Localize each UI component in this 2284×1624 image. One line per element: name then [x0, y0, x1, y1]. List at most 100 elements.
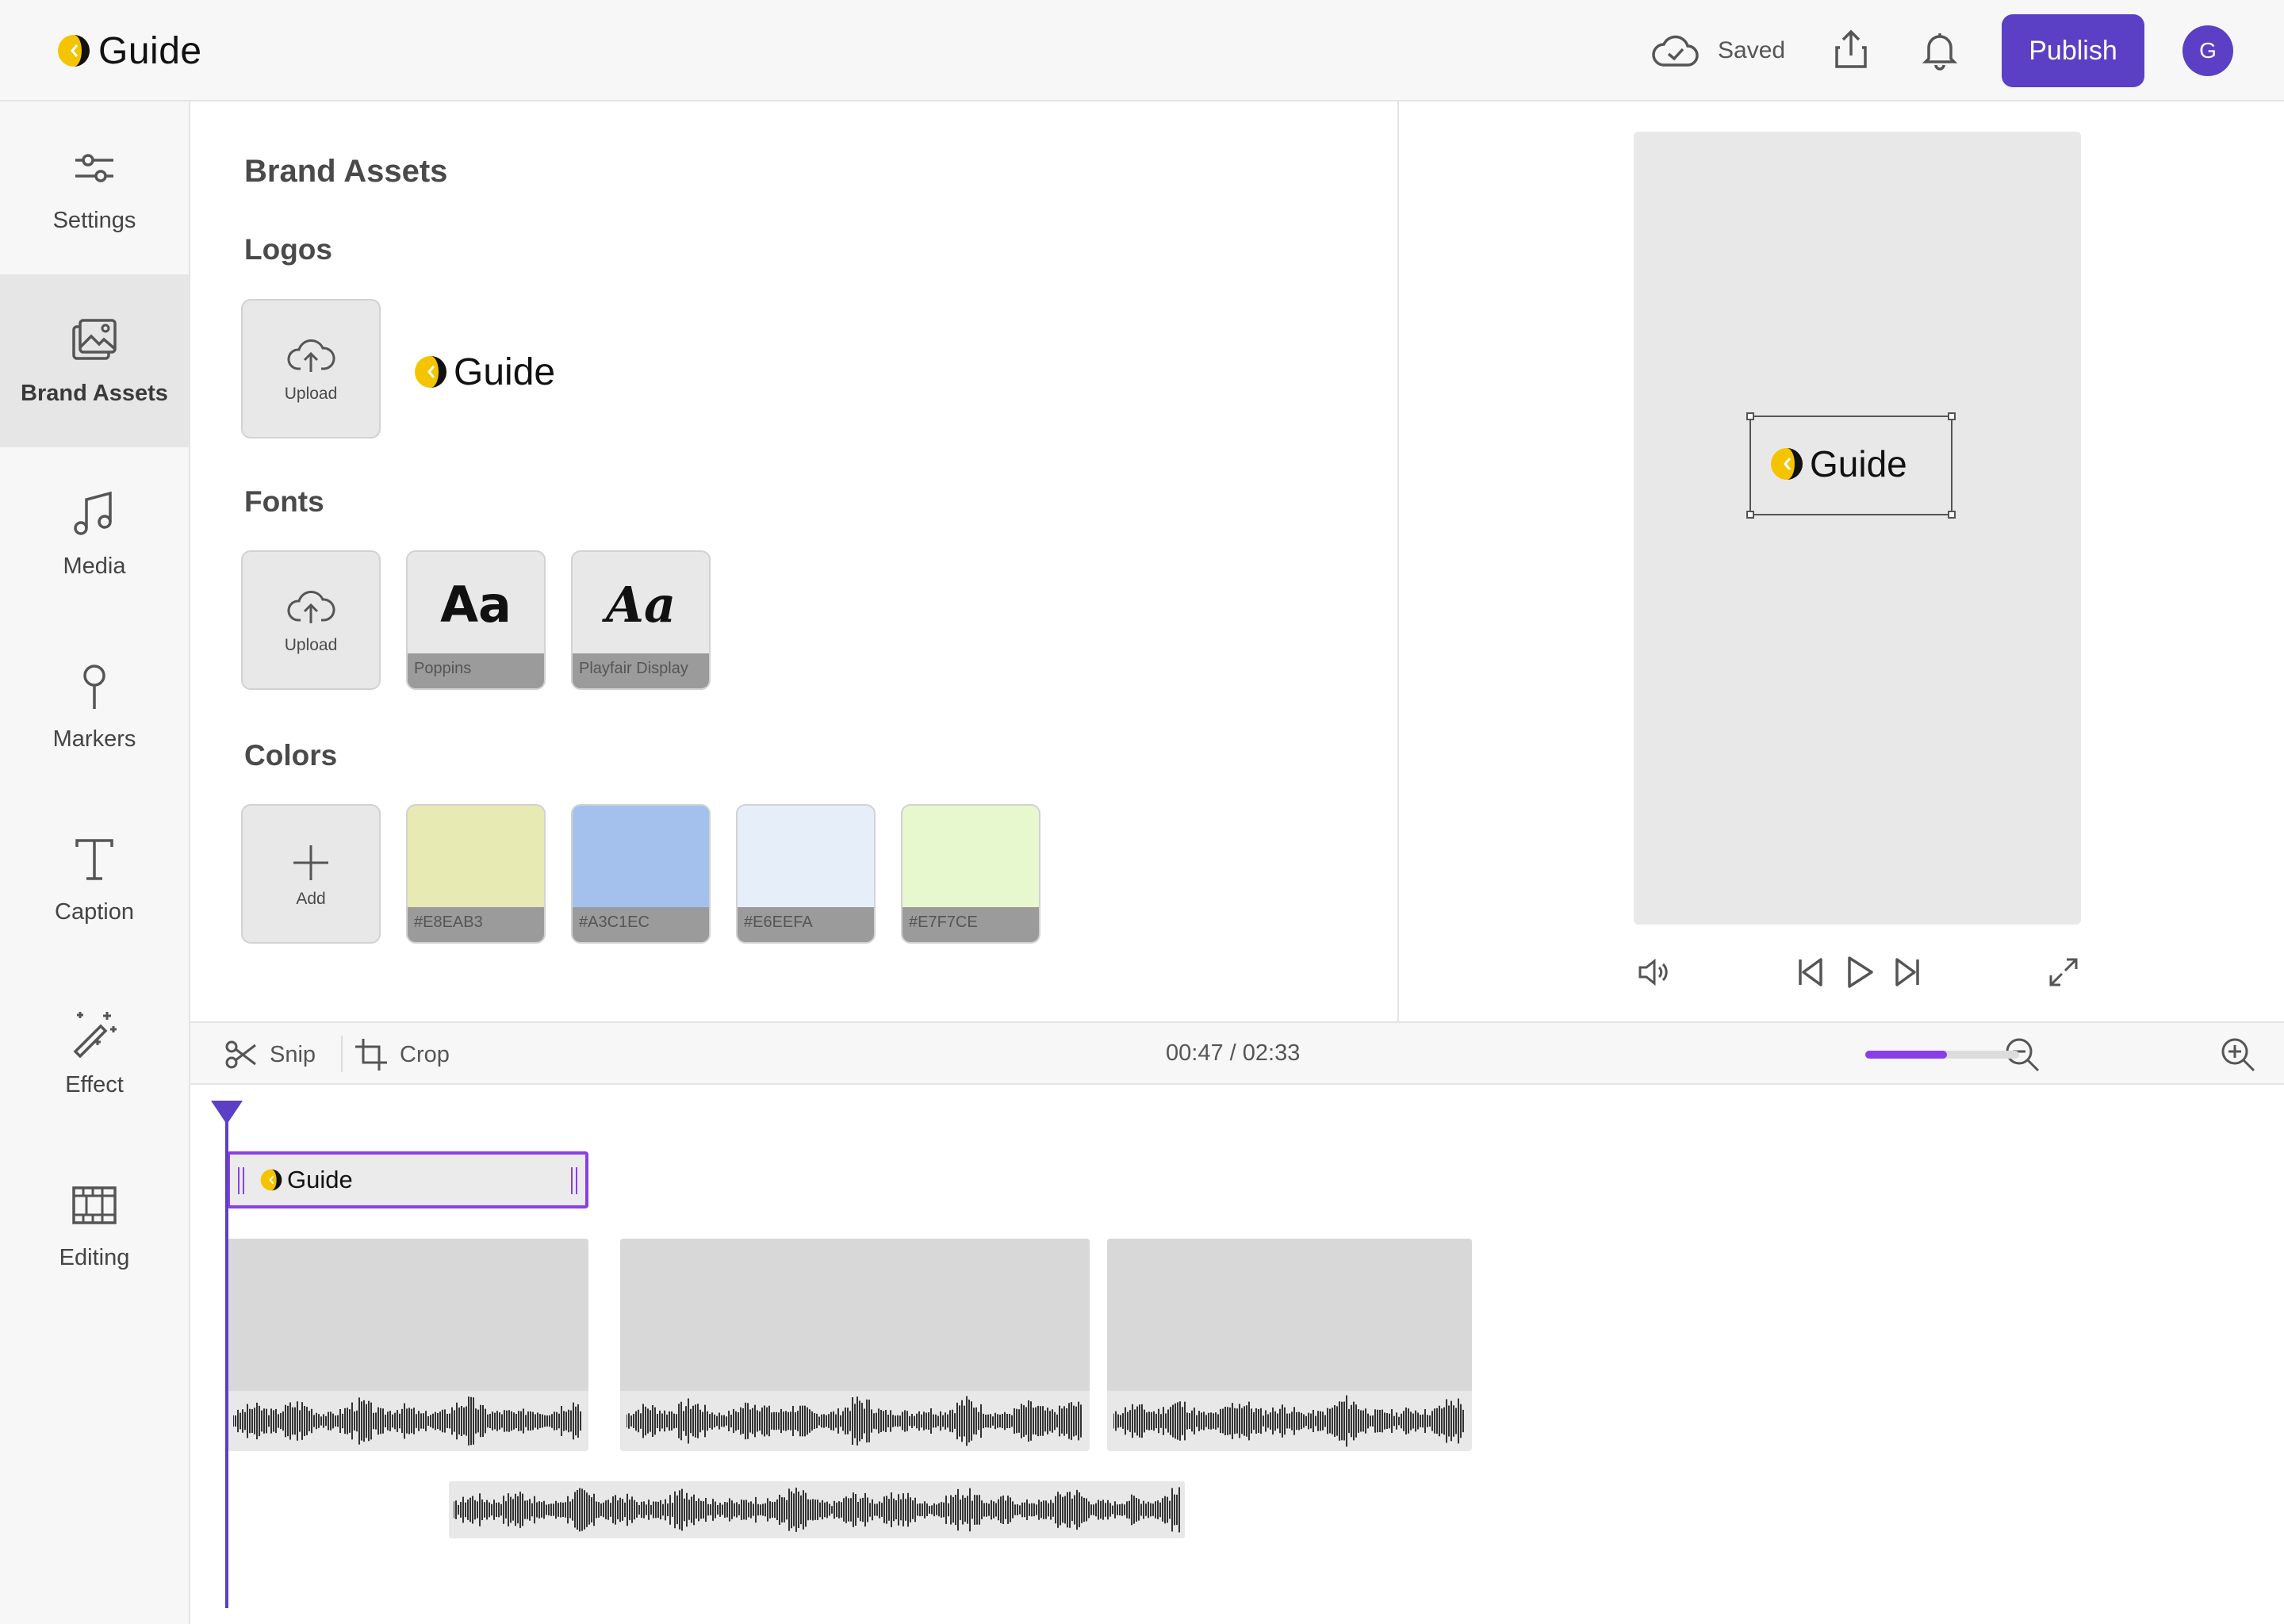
selected-logo-layer[interactable]: Guide — [1746, 412, 1956, 519]
guide-logo-icon — [1771, 448, 1803, 480]
logo-track-clip[interactable]: Guide — [227, 1151, 588, 1208]
save-status: Saved — [1650, 29, 1785, 73]
video-clip-thumbnail — [1107, 1239, 1472, 1391]
film-icon — [72, 1185, 117, 1224]
volume-button[interactable] — [1632, 950, 1677, 994]
guide-logo-icon — [415, 356, 446, 388]
video-clip[interactable] — [620, 1239, 1090, 1451]
avatar[interactable]: G — [2182, 25, 2233, 76]
play-icon — [1848, 956, 1873, 988]
sidebar-item-settings[interactable]: Settings — [0, 102, 189, 274]
plus-icon — [293, 845, 328, 880]
logo-asset-text: Guide — [454, 350, 556, 393]
video-clip[interactable] — [1107, 1239, 1472, 1451]
zoom-slider[interactable] — [1865, 1051, 2019, 1059]
preview-panel: Guide — [1399, 102, 2284, 1021]
sidebar: Settings Brand Assets Media Markers Capt… — [0, 102, 190, 1624]
upload-logo-button[interactable]: Upload — [241, 299, 381, 439]
sliders-icon — [75, 153, 113, 182]
snip-button[interactable]: Snip — [224, 1036, 316, 1074]
share-icon — [1835, 29, 1867, 68]
cloud-upload-icon — [287, 339, 335, 372]
text-icon — [75, 838, 113, 880]
crop-button[interactable]: Crop — [354, 1036, 450, 1074]
crop-icon — [355, 1039, 387, 1071]
add-label: Add — [296, 890, 326, 908]
fonts-heading: Fonts — [244, 485, 324, 518]
sidebar-item-effect[interactable]: Effect — [0, 966, 189, 1139]
canvas-logo-text: Guide — [1810, 443, 1907, 485]
color-hex-label: #A3C1EC — [573, 907, 709, 942]
toolbar-divider — [341, 1036, 343, 1072]
video-canvas[interactable]: Guide — [1634, 132, 2081, 925]
colors-heading: Colors — [244, 739, 338, 772]
font-sample: Aa — [605, 576, 676, 634]
magic-wand-icon — [73, 1011, 117, 1058]
share-button[interactable] — [1826, 24, 1876, 75]
logos-heading: Logos — [244, 233, 332, 266]
audio-clip[interactable] — [449, 1481, 1185, 1538]
color-swatch[interactable]: #E8EAB3 — [406, 804, 546, 944]
zoom-in-icon[interactable] — [2219, 1036, 2257, 1074]
sidebar-item-label: Caption — [55, 898, 134, 925]
expand-icon — [2049, 958, 2078, 986]
bell-icon — [1922, 33, 1958, 71]
zoom-slider-fill — [1865, 1051, 1947, 1059]
pin-icon — [83, 664, 105, 709]
crop-label: Crop — [400, 1041, 450, 1067]
app-name: Guide — [98, 29, 202, 72]
sidebar-item-label: Brand Assets — [21, 380, 168, 406]
clip-trim-handle-left[interactable] — [238, 1167, 244, 1194]
publish-button[interactable]: Publish — [2002, 14, 2144, 87]
sidebar-item-brand-assets[interactable]: Brand Assets — [0, 274, 189, 447]
logo-clip-text: Guide — [287, 1166, 353, 1193]
time-separator: / — [1229, 1040, 1236, 1066]
video-clip-thumbnail — [620, 1239, 1090, 1391]
sidebar-item-label: Markers — [52, 726, 136, 752]
canvas-logo: Guide — [1770, 442, 1907, 485]
logo-asset[interactable]: Guide — [414, 344, 555, 400]
skip-back-icon — [1799, 958, 1822, 986]
upload-label: Upload — [284, 636, 338, 654]
brand-assets-panel: Brand Assets Logos Upload Guide Fonts Up… — [190, 102, 1399, 1021]
play-button[interactable] — [1837, 950, 1881, 994]
sidebar-item-label: Settings — [52, 207, 136, 233]
resize-handle[interactable] — [1948, 511, 1956, 519]
font-sample: Aa — [440, 576, 512, 634]
timecode: 00:47 / 02:33 — [1166, 1040, 1300, 1067]
sidebar-item-markers[interactable]: Markers — [0, 620, 189, 793]
guide-logo-icon — [58, 35, 90, 67]
video-clip[interactable] — [227, 1239, 588, 1451]
sidebar-item-media[interactable]: Media — [0, 447, 189, 620]
skip-forward-icon — [1895, 958, 1919, 986]
color-swatch[interactable]: #E6EEFA — [736, 804, 876, 944]
upload-font-button[interactable]: Upload — [241, 550, 381, 690]
color-swatch[interactable]: #E7F7CE — [901, 804, 1040, 944]
images-icon — [72, 318, 117, 360]
color-hex-label: #E7F7CE — [902, 907, 1039, 942]
audio-waveform — [454, 1487, 1180, 1533]
top-bar: Guide Saved Publish G — [0, 0, 2284, 102]
sidebar-item-label: Editing — [59, 1244, 130, 1270]
resize-handle[interactable] — [1948, 412, 1956, 420]
sidebar-item-editing[interactable]: Editing — [0, 1139, 189, 1312]
resize-handle[interactable] — [1746, 511, 1754, 519]
resize-handle[interactable] — [1746, 412, 1754, 420]
skip-back-button[interactable] — [1788, 950, 1832, 994]
logo-clip-content: Guide — [260, 1166, 353, 1194]
clip-trim-handle-right[interactable] — [571, 1167, 577, 1194]
app-logo[interactable]: Guide — [57, 27, 202, 75]
fullscreen-button[interactable] — [2041, 950, 2086, 994]
playhead[interactable] — [225, 1104, 228, 1608]
font-tile-poppins[interactable]: Aa Poppins — [406, 550, 546, 690]
scissors-icon — [225, 1040, 256, 1069]
font-tile-playfair[interactable]: Aa Playfair Display — [571, 550, 711, 690]
video-clip-thumbnail — [227, 1239, 588, 1391]
skip-forward-button[interactable] — [1886, 950, 1930, 994]
color-swatch[interactable]: #A3C1EC — [571, 804, 711, 944]
add-color-button[interactable]: Add — [241, 804, 381, 944]
notifications-button[interactable] — [1914, 24, 1965, 75]
snip-label: Snip — [270, 1041, 316, 1067]
volume-icon — [1638, 958, 1668, 986]
sidebar-item-caption[interactable]: Caption — [0, 793, 189, 966]
